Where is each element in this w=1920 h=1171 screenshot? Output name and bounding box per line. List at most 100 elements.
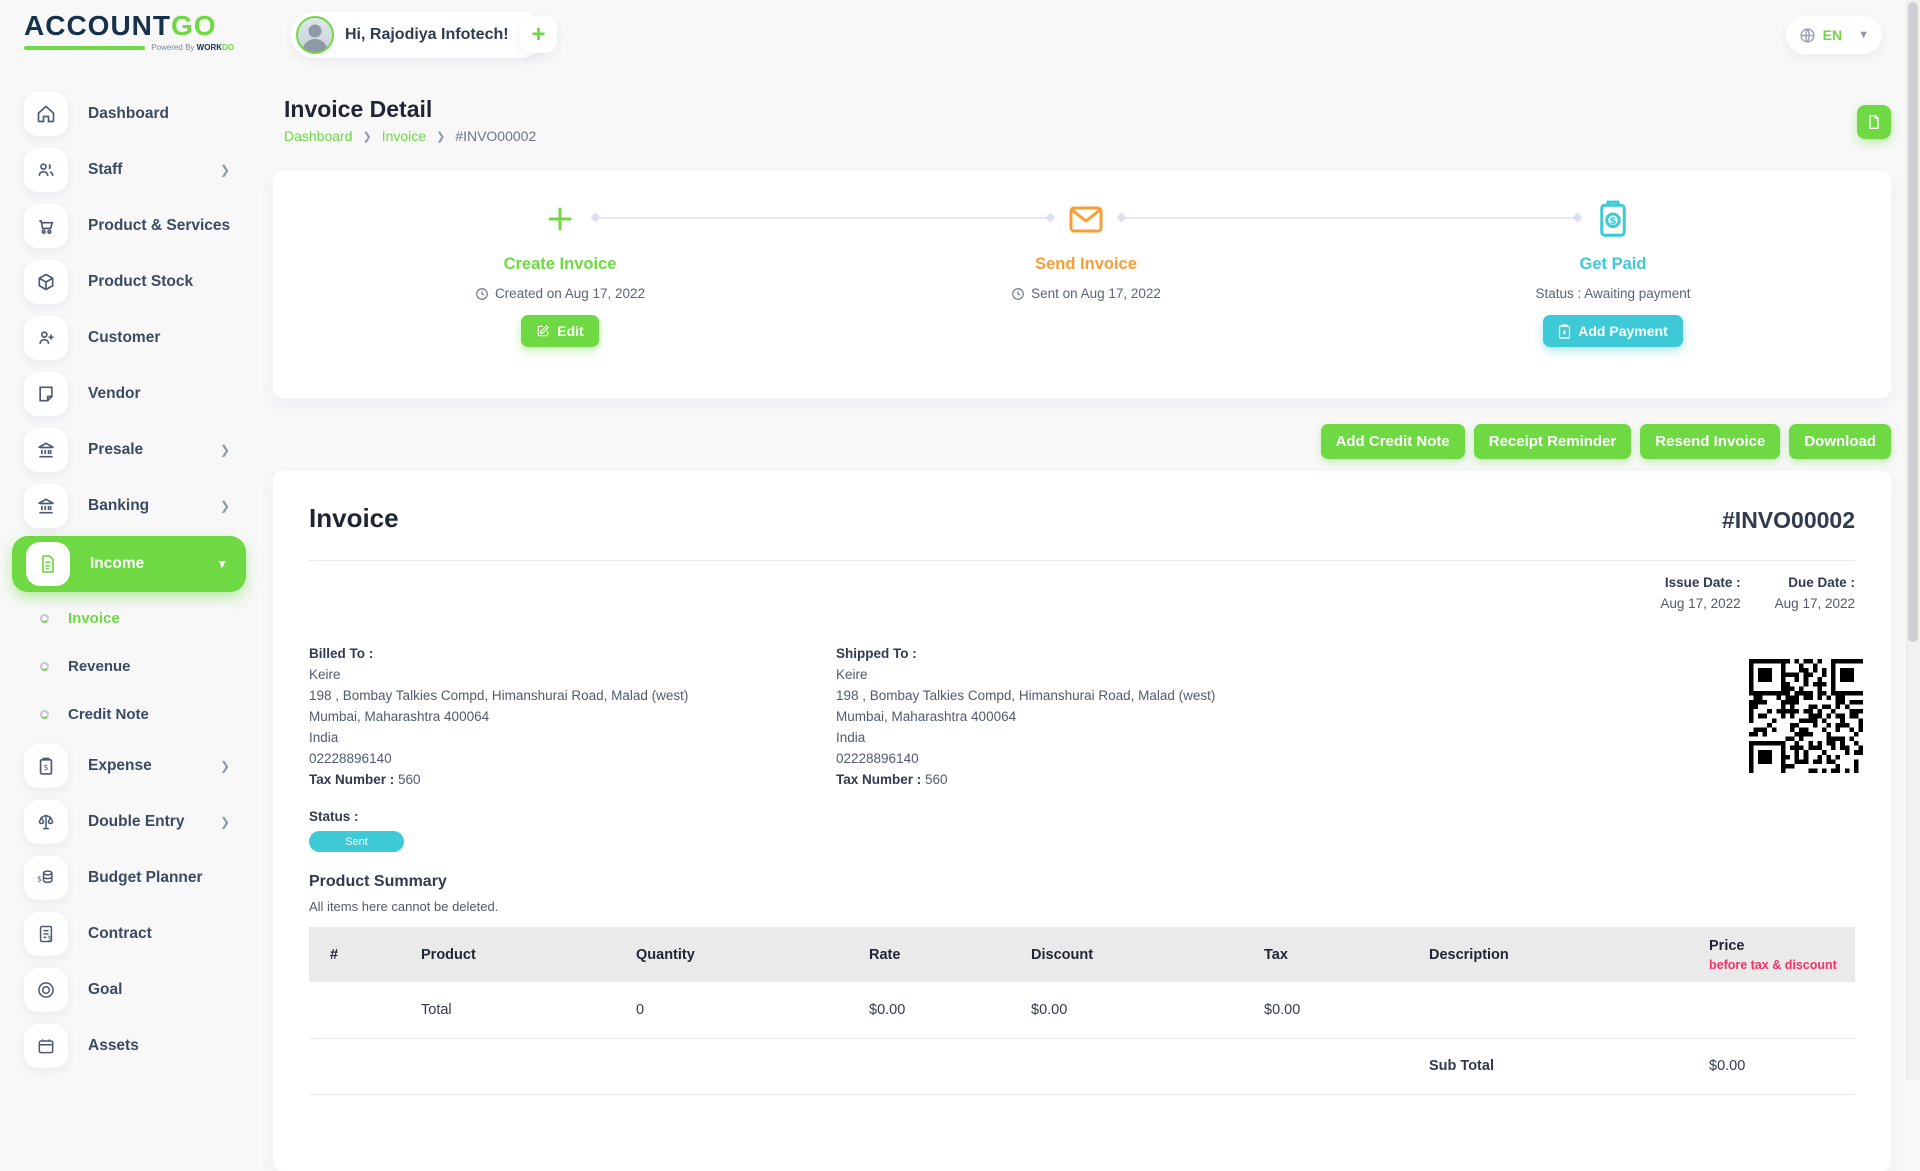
svg-text:$: $ bbox=[1610, 216, 1617, 227]
resend-invoice-button[interactable]: Resend Invoice bbox=[1640, 424, 1780, 459]
sidebar-item-banking[interactable]: Banking ❯ bbox=[0, 478, 260, 534]
target-icon bbox=[24, 968, 68, 1012]
shipped-country: India bbox=[836, 727, 1316, 748]
chevron-right-icon: ❯ bbox=[220, 499, 230, 513]
svg-text:$: $ bbox=[1563, 330, 1567, 336]
language-selector[interactable]: EN ▼ bbox=[1786, 16, 1882, 54]
chevron-right-icon: ❯ bbox=[363, 130, 372, 143]
chevron-right-icon: ❯ bbox=[220, 759, 230, 773]
sidebar-item-vendor[interactable]: Vendor bbox=[0, 366, 260, 422]
chevron-down-icon: ▼ bbox=[216, 557, 228, 571]
sidebar-item-presale[interactable]: Presale ❯ bbox=[0, 422, 260, 478]
sidebar-item-product-stock[interactable]: Product Stock bbox=[0, 254, 260, 310]
col-index: # bbox=[309, 927, 421, 982]
sidebar-subitem-invoice[interactable]: Invoice bbox=[0, 594, 260, 642]
add-credit-note-button[interactable]: Add Credit Note bbox=[1321, 424, 1465, 459]
app-logo[interactable]: ACCOUNTGO Powered By WORKDO bbox=[24, 12, 234, 52]
billed-to-block: Billed To : Keire 198 , Bombay Talkies C… bbox=[309, 643, 789, 790]
plus-icon: + bbox=[531, 21, 545, 49]
billed-address1: 198 , Bombay Talkies Compd, Himanshurai … bbox=[309, 685, 789, 706]
shipped-address1: 198 , Bombay Talkies Compd, Himanshurai … bbox=[836, 685, 1316, 706]
assets-icon bbox=[24, 1024, 68, 1068]
coins-icon: $ bbox=[24, 856, 68, 900]
sidebar-item-product-services[interactable]: Product & Services bbox=[0, 198, 260, 254]
invoice-dates: Issue Date : Aug 17, 2022 Due Date : Aug… bbox=[1660, 575, 1855, 611]
sidebar-item-expense[interactable]: $ Expense ❯ bbox=[0, 738, 260, 794]
clipboard-dollar-icon: $ bbox=[1453, 199, 1773, 239]
download-button[interactable]: Download bbox=[1789, 424, 1891, 459]
sidebar-subitem-credit-note[interactable]: Credit Note bbox=[0, 690, 260, 738]
invoice-actions-row: Add Credit Note Receipt Reminder Resend … bbox=[273, 424, 1891, 459]
qr-code bbox=[1749, 659, 1863, 773]
timeline-step-send-invoice: Send Invoice Sent on Aug 17, 2022 bbox=[926, 171, 1246, 301]
product-summary-title: Product Summary bbox=[309, 873, 447, 891]
billed-name: Keire bbox=[309, 664, 789, 685]
bank-icon bbox=[24, 428, 68, 472]
timeline-step-get-paid: $ Get Paid Status : Awaiting payment $ A… bbox=[1453, 171, 1773, 347]
chevron-right-icon: ❯ bbox=[436, 130, 445, 143]
export-document-button[interactable] bbox=[1857, 105, 1891, 139]
file-icon bbox=[1866, 114, 1882, 130]
chevron-right-icon: ❯ bbox=[220, 443, 230, 457]
receipt-reminder-button[interactable]: Receipt Reminder bbox=[1474, 424, 1632, 459]
globe-icon bbox=[1799, 27, 1816, 44]
scrollbar-track[interactable] bbox=[1906, 0, 1920, 1080]
edit-invoice-button[interactable]: Edit bbox=[521, 315, 598, 347]
clock-icon bbox=[1011, 287, 1025, 301]
divider bbox=[309, 560, 1855, 561]
scrollbar-thumb[interactable] bbox=[1908, 2, 1918, 642]
sidebar-item-dashboard[interactable]: Dashboard bbox=[0, 86, 260, 142]
cart-icon bbox=[24, 204, 68, 248]
plus-icon bbox=[400, 199, 720, 239]
add-button[interactable]: + bbox=[520, 16, 557, 53]
timeline-step-create-invoice: Create Invoice Created on Aug 17, 2022 E… bbox=[400, 171, 720, 347]
breadcrumb: Dashboard ❯ Invoice ❯ #INVO00002 bbox=[284, 128, 536, 144]
total-quantity: 0 bbox=[636, 982, 869, 1038]
sidebar-item-income[interactable]: Income ▼ bbox=[12, 536, 246, 592]
sidebar-item-budget-planner[interactable]: $ Budget Planner bbox=[0, 850, 260, 906]
shipped-tax-number: Tax Number : 560 bbox=[836, 769, 1316, 790]
user-menu[interactable]: Hi, Rajodiya Infotech! ▼ bbox=[291, 12, 544, 58]
breadcrumb-current: #INVO00002 bbox=[455, 128, 536, 144]
billed-country: India bbox=[309, 727, 789, 748]
scales-icon bbox=[24, 800, 68, 844]
sidebar-item-goal[interactable]: Goal bbox=[0, 962, 260, 1018]
table-subtotal-row: Sub Total $0.00 bbox=[309, 1038, 1855, 1094]
bullet-icon bbox=[40, 614, 49, 623]
table-header-row: # Product Quantity Rate Discount Tax Des… bbox=[309, 927, 1855, 982]
sidebar: Dashboard Staff ❯ Product & Services Pro… bbox=[0, 86, 260, 1074]
col-tax: Tax bbox=[1264, 927, 1429, 982]
sidebar-item-customer[interactable]: Customer bbox=[0, 310, 260, 366]
invoice-detail-card: Invoice #INVO00002 Issue Date : Aug 17, … bbox=[273, 471, 1891, 1171]
table-total-row: Total 0 $0.00 $0.00 $0.00 bbox=[309, 982, 1855, 1038]
invoice-number: #INVO00002 bbox=[1722, 507, 1855, 534]
invoice-heading: Invoice bbox=[309, 503, 399, 534]
total-label: Total bbox=[421, 982, 636, 1038]
page-title: Invoice Detail bbox=[284, 96, 432, 123]
user-greeting: Hi, Rajodiya Infotech! bbox=[345, 26, 509, 44]
billed-phone: 02228896140 bbox=[309, 748, 789, 769]
logo-underline bbox=[24, 46, 145, 50]
billed-address2: Mumbai, Maharashtra 400064 bbox=[309, 706, 789, 727]
sidebar-item-assets[interactable]: Assets bbox=[0, 1018, 260, 1074]
breadcrumb-invoice[interactable]: Invoice bbox=[382, 128, 426, 144]
product-summary-table: # Product Quantity Rate Discount Tax Des… bbox=[309, 927, 1855, 1095]
users-icon bbox=[24, 148, 68, 192]
price-note: before tax & discount bbox=[1709, 958, 1855, 972]
status-badge: Sent bbox=[309, 831, 404, 852]
sidebar-item-contract[interactable]: $ Contract bbox=[0, 906, 260, 962]
chevron-right-icon: ❯ bbox=[220, 163, 230, 177]
sidebar-item-staff[interactable]: Staff ❯ bbox=[0, 142, 260, 198]
shipped-to-block: Shipped To : Keire 198 , Bombay Talkies … bbox=[836, 643, 1316, 790]
chevron-down-icon: ▼ bbox=[1858, 29, 1869, 41]
add-payment-button[interactable]: $ Add Payment bbox=[1543, 315, 1682, 347]
total-discount: $0.00 bbox=[1031, 982, 1264, 1038]
bullet-icon bbox=[40, 710, 49, 719]
bullet-icon bbox=[40, 662, 49, 671]
logo-powered-text: Powered By WORKDO bbox=[151, 43, 234, 52]
clipboard-icon: $ bbox=[1558, 324, 1571, 339]
sidebar-item-double-entry[interactable]: Double Entry ❯ bbox=[0, 794, 260, 850]
sidebar-subitem-revenue[interactable]: Revenue bbox=[0, 642, 260, 690]
due-date: Due Date : Aug 17, 2022 bbox=[1775, 575, 1855, 611]
breadcrumb-dashboard[interactable]: Dashboard bbox=[284, 128, 353, 144]
